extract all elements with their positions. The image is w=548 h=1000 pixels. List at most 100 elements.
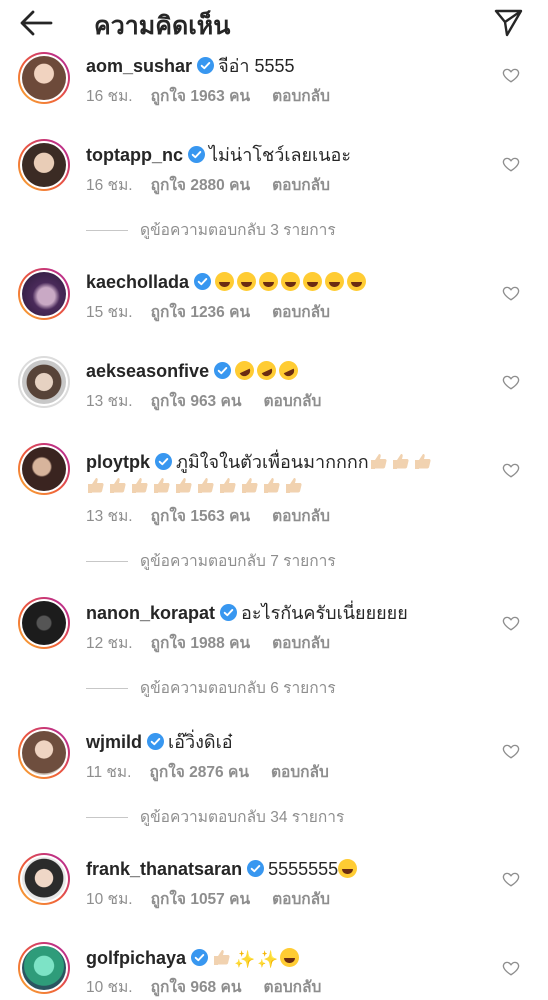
avatar[interactable] bbox=[18, 268, 70, 320]
sparkles-emoji-icon: ✨ bbox=[234, 950, 256, 969]
avatar[interactable] bbox=[18, 942, 70, 994]
reply-button[interactable]: ตอบกลับ bbox=[272, 87, 330, 107]
verified-badge-icon bbox=[247, 860, 265, 877]
avatar[interactable] bbox=[18, 356, 70, 408]
verified-badge-icon bbox=[214, 362, 232, 379]
thumbs-up-emoji-icon bbox=[242, 478, 258, 493]
comment-likes[interactable]: ถูกใจ 2880 คน bbox=[151, 176, 250, 196]
laughing-emoji-icon bbox=[347, 272, 367, 291]
comment-likes[interactable]: ถูกใจ 1057 คน bbox=[151, 890, 250, 910]
comment-likes[interactable]: ถูกใจ 2876 คน bbox=[149, 763, 248, 783]
arrow-left-icon[interactable] bbox=[18, 8, 54, 38]
comment-username[interactable]: aom_sushar bbox=[86, 56, 192, 76]
view-replies-label: ดูข้อความตอบกลับ 34 รายการ bbox=[140, 809, 345, 826]
verified-badge-icon bbox=[197, 57, 215, 74]
view-replies-button[interactable]: ดูข้อความตอบกลับ 7 รายการ bbox=[86, 552, 336, 572]
comment-username[interactable]: ploytpk bbox=[86, 452, 150, 472]
rofl-emoji-icon bbox=[231, 357, 258, 384]
laughing-emoji-icon bbox=[280, 948, 300, 967]
reply-button[interactable]: ตอบกลับ bbox=[272, 634, 330, 654]
comment-text: ไม่น่าโชว์เลยเนอะ bbox=[209, 145, 351, 165]
view-replies-label: ดูข้อความตอบกลับ 3 รายการ bbox=[140, 222, 336, 239]
avatar[interactable] bbox=[18, 727, 70, 779]
thumbs-up-emoji-icon bbox=[220, 478, 236, 493]
comment-text: อะไรกันครับเนี่ยยยยย bbox=[241, 603, 408, 623]
paper-plane-icon[interactable] bbox=[492, 6, 524, 38]
heart-icon[interactable] bbox=[502, 742, 520, 760]
thumbs-up-emoji-icon bbox=[88, 478, 104, 493]
laughing-emoji-icon bbox=[281, 272, 301, 291]
rofl-emoji-icon bbox=[275, 357, 302, 384]
view-replies-button[interactable]: ดูข้อความตอบกลับ 3 รายการ bbox=[86, 221, 336, 241]
avatar[interactable] bbox=[18, 52, 70, 104]
avatar[interactable] bbox=[18, 443, 70, 495]
comment-time: 11 ชม. bbox=[86, 764, 132, 781]
comment-text: 5555555 bbox=[268, 859, 339, 879]
sparkles-emoji-icon: ✨ bbox=[257, 950, 279, 969]
heart-icon[interactable] bbox=[502, 959, 520, 977]
avatar[interactable] bbox=[18, 853, 70, 905]
verified-badge-icon bbox=[220, 604, 238, 621]
laughing-emoji-icon bbox=[215, 272, 235, 291]
comment-likes[interactable]: ถูกใจ 1236 คน bbox=[151, 303, 250, 323]
comment-time: 10 ชม. bbox=[86, 891, 133, 908]
comment-likes[interactable]: ถูกใจ 1563 คน bbox=[151, 507, 250, 527]
reply-button[interactable]: ตอบกลับ bbox=[271, 763, 329, 783]
heart-icon[interactable] bbox=[502, 461, 520, 479]
comment-likes[interactable]: ถูกใจ 1963 คน bbox=[151, 87, 250, 107]
comment-text: จีอ่า 5555 bbox=[218, 56, 295, 76]
view-replies-button[interactable]: ดูข้อความตอบกลับ 6 รายการ bbox=[86, 679, 336, 699]
laughing-emoji-icon bbox=[237, 272, 257, 291]
view-replies-label: ดูข้อความตอบกลับ 6 รายการ bbox=[140, 680, 336, 697]
comment-likes[interactable]: ถูกใจ 963 คน bbox=[151, 392, 242, 412]
thumbs-up-emoji-icon bbox=[264, 478, 280, 493]
comment-likes[interactable]: ถูกใจ 1988 คน bbox=[151, 634, 250, 654]
thumbs-up-emoji-icon bbox=[286, 478, 302, 493]
heart-icon[interactable] bbox=[502, 614, 520, 632]
comment-username[interactable]: aekseasonfive bbox=[86, 361, 209, 381]
verified-badge-icon bbox=[191, 949, 209, 966]
comment-username[interactable]: wjmild bbox=[86, 732, 142, 752]
thumbs-row bbox=[86, 475, 306, 497]
reply-button[interactable]: ตอบกลับ bbox=[272, 303, 330, 323]
reply-button[interactable]: ตอบกลับ bbox=[272, 176, 330, 196]
rofl-emoji-icon bbox=[253, 357, 280, 384]
thumbs-up-emoji-icon bbox=[392, 454, 409, 469]
comment-username[interactable]: nanon_korapat bbox=[86, 603, 215, 623]
comment-likes[interactable]: ถูกใจ 968 คน bbox=[151, 978, 242, 998]
reply-button[interactable]: ตอบกลับ bbox=[263, 392, 321, 412]
thumbs-up-emoji-icon bbox=[214, 950, 230, 965]
reply-button[interactable]: ตอบกลับ bbox=[272, 890, 330, 910]
heart-icon[interactable] bbox=[502, 284, 520, 302]
thumbs-up-emoji-icon bbox=[176, 478, 192, 493]
comment-time: 16 ชม. bbox=[86, 88, 133, 105]
replies-divider bbox=[86, 561, 128, 563]
verified-badge-icon bbox=[188, 146, 205, 163]
avatar[interactable] bbox=[18, 597, 70, 649]
comment-time: 16 ชม. bbox=[86, 177, 133, 194]
reply-button[interactable]: ตอบกลับ bbox=[263, 978, 321, 998]
comment-time: 12 ชม. bbox=[86, 635, 133, 652]
comments-list: aom_sushar จีอ่า 5555 16 ชม. ถูกใจ 1963 คน… bbox=[0, 0, 548, 1000]
thumbs-up-emoji-icon bbox=[110, 478, 126, 493]
laughing-emoji-icon bbox=[338, 859, 358, 878]
view-replies-button[interactable]: ดูข้อความตอบกลับ 34 รายการ bbox=[86, 808, 344, 828]
thumbs-up-emoji-icon bbox=[132, 478, 148, 493]
comment-username[interactable]: kaechollada bbox=[86, 272, 189, 292]
comment-username[interactable]: frank_thanatsaran bbox=[86, 859, 242, 879]
view-replies-label: ดูข้อความตอบกลับ 7 รายการ bbox=[140, 553, 336, 570]
comment-username[interactable]: golfpichaya bbox=[86, 948, 186, 968]
avatar[interactable] bbox=[18, 139, 70, 191]
verified-badge-icon bbox=[147, 733, 165, 750]
reply-button[interactable]: ตอบกลับ bbox=[272, 507, 330, 527]
comment-text: ภูมิใจในตัวเพื่อนมากกกก bbox=[176, 452, 369, 472]
heart-icon[interactable] bbox=[502, 66, 520, 84]
replies-divider bbox=[86, 688, 128, 690]
laughing-emoji-icon bbox=[303, 272, 323, 291]
thumbs-up-emoji-icon bbox=[414, 454, 431, 469]
heart-icon[interactable] bbox=[502, 373, 520, 391]
verified-badge-icon bbox=[194, 273, 212, 290]
heart-icon[interactable] bbox=[502, 155, 520, 173]
heart-icon[interactable] bbox=[502, 870, 520, 888]
comment-username[interactable]: toptapp_nc bbox=[86, 145, 183, 165]
